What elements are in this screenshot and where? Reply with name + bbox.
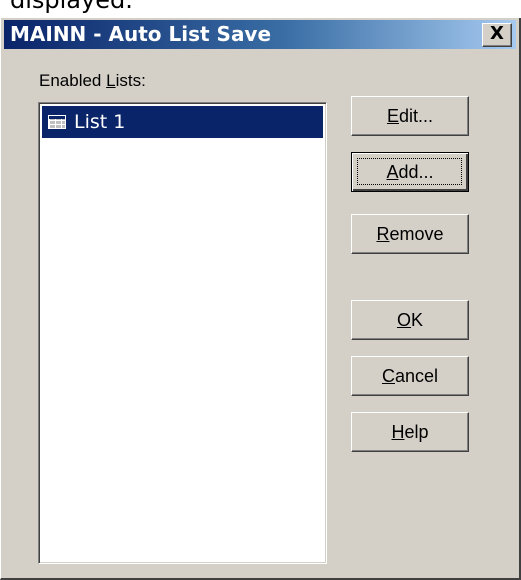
close-icon: X — [490, 23, 504, 44]
auto-list-save-dialog: MAINN - Auto List Save X Enabled Lists: … — [0, 18, 521, 580]
list-item[interactable]: List 1 — [42, 106, 323, 138]
window-title: MAINN - Auto List Save — [10, 22, 272, 46]
edit-button[interactable]: Edit... — [351, 96, 469, 136]
close-button[interactable]: X — [482, 23, 512, 47]
ok-button[interactable]: OK — [351, 300, 469, 340]
help-button[interactable]: Help — [351, 412, 469, 452]
title-bar[interactable]: MAINN - Auto List Save X — [4, 20, 516, 49]
list-item-label: List 1 — [74, 111, 126, 133]
background-caption: displayed. — [0, 0, 521, 18]
enabled-lists-label: Enabled Lists: — [39, 71, 146, 90]
add-button[interactable]: Add... — [351, 152, 469, 192]
table-icon — [48, 115, 66, 129]
enabled-lists-listbox[interactable]: List 1 — [38, 102, 327, 564]
remove-button[interactable]: Remove — [351, 214, 469, 254]
background-caption-text: displayed. — [10, 0, 133, 14]
cancel-button[interactable]: Cancel — [351, 356, 469, 396]
